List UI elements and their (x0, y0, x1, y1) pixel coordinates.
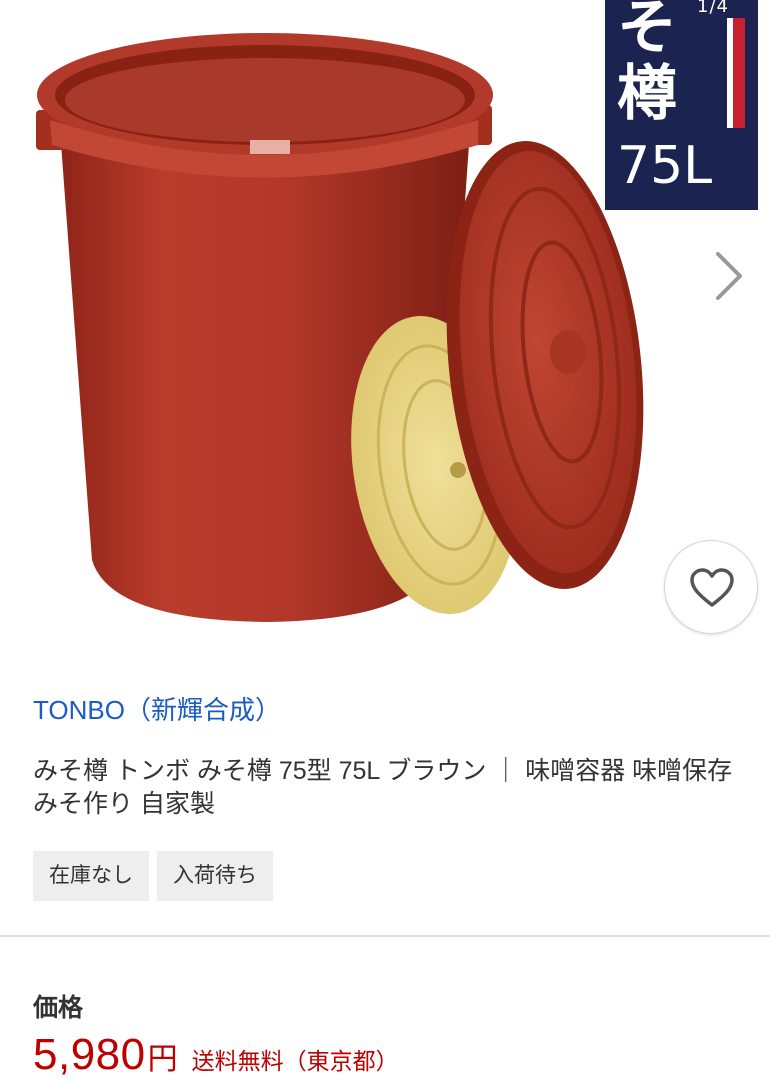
product-title: みそ樽 トンボ みそ樽 75型 75L ブラウン ｜ 味噌容器 味噌保存 みそ作… (33, 757, 733, 818)
section-divider (0, 935, 770, 937)
tag-out-of-stock: 在庫なし (33, 851, 149, 901)
price-value: 5,980 (33, 1030, 146, 1079)
stock-tags: 在庫なし 入荷待ち (33, 851, 273, 901)
price-unit: 円 (147, 1043, 178, 1076)
badge-line-1: そ (617, 0, 677, 63)
price-label: 価格 (33, 994, 84, 1022)
badge-capacity: 75L (617, 136, 713, 196)
promo-badge: そ 樽 75L (605, 0, 758, 210)
badge-stripe-red (733, 18, 745, 128)
product-image-gallery[interactable]: そ 樽 75L 1/4 (0, 0, 770, 660)
image-counter: 1/4 (697, 0, 729, 17)
chevron-right-icon (716, 252, 742, 300)
shipping-info: 送料無料（東京都） (191, 1048, 399, 1074)
price-row: 5,980円 送料無料（東京都） (33, 1030, 399, 1080)
heart-icon (690, 568, 734, 607)
next-image-button[interactable] (706, 248, 750, 304)
badge-line-2: 樽 (617, 59, 677, 129)
tag-awaiting-restock: 入荷待ち (157, 851, 273, 901)
favorite-button[interactable] (664, 540, 758, 634)
brand-link[interactable]: TONBO（新輝合成） (33, 690, 281, 727)
